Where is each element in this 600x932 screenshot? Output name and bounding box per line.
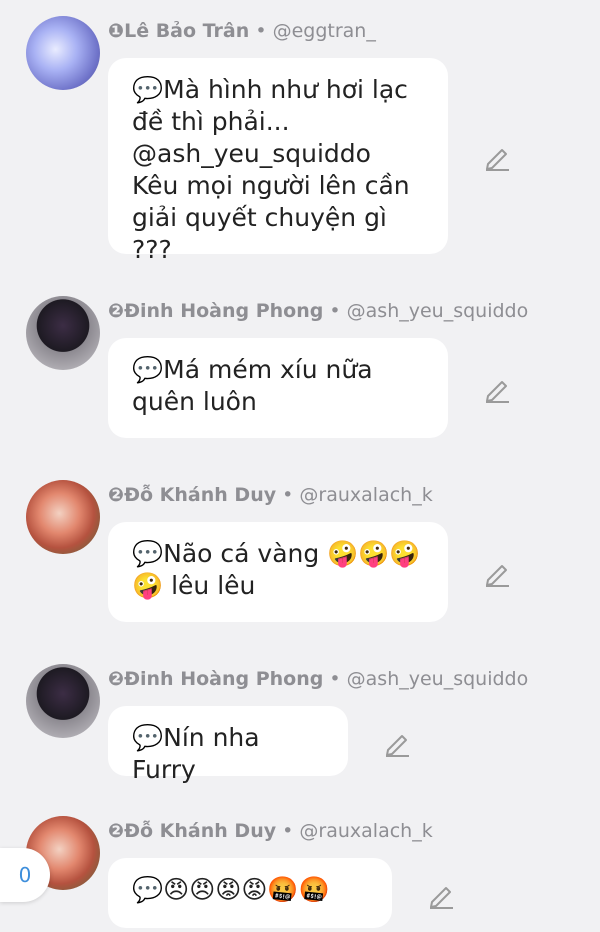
comment-text: 💬😠😠😡😡🤬🤬 [132,875,330,904]
comment-text: 💬Má mém xíu nữa quên luôn [132,355,373,416]
comment-feed: ❶Lê Bảo Trân • @eggtran_ 💬Mà hình như hơ… [0,0,600,932]
separator: • [282,820,294,842]
author-handle[interactable]: @ash_yeu_squiddo [347,300,529,322]
comment-text: 💬Nín nha Furry [132,723,260,784]
avatar[interactable] [26,664,100,738]
comment-text: 💬Não cá vàng 🤪🤪🤪🤪 lêu lêu [132,539,421,600]
edit-icon[interactable] [382,728,412,758]
edit-icon[interactable] [426,880,456,910]
avatar[interactable] [26,480,100,554]
author-name[interactable]: Đỗ Khánh Duy [124,484,276,506]
comment-header: ❶Lê Bảo Trân • @eggtran_ [108,17,376,45]
separator: • [329,668,341,690]
separator: • [282,484,294,506]
author-handle[interactable]: @rauxalach_k [299,484,432,506]
comment-bubble: 💬😠😠😡😡🤬🤬 [108,858,392,928]
avatar[interactable] [26,296,100,370]
rank-badge: ❷ [108,300,125,322]
author-name[interactable]: Đinh Hoàng Phong [124,668,323,690]
author-name[interactable]: Lê Bảo Trân [124,20,249,42]
rank-badge: ❷ [108,668,125,690]
rank-badge: ❶ [108,20,125,42]
comment-header: ❷Đinh Hoàng Phong • @ash_yeu_squiddo [108,665,528,693]
avatar[interactable] [26,16,100,90]
comment-bubble: 💬Nín nha Furry [108,706,348,784]
count-label: 0 [18,863,32,887]
separator: • [329,300,341,322]
edit-icon[interactable] [482,142,512,172]
comment-header: ❷Đỗ Khánh Duy • @rauxalach_k [108,817,433,845]
comment-text: 💬Mà hình như hơi lạc đề thì phải... @ash… [132,75,410,264]
author-handle[interactable]: @ash_yeu_squiddo [347,668,529,690]
author-handle[interactable]: @rauxalach_k [299,820,432,842]
rank-badge: ❷ [108,820,125,842]
comment-bubble: 💬Mà hình như hơi lạc đề thì phải... @ash… [108,58,448,264]
author-handle[interactable]: @eggtran_ [273,20,376,42]
author-name[interactable]: Đỗ Khánh Duy [124,820,276,842]
comment-bubble: 💬Má mém xíu nữa quên luôn [108,338,448,438]
rank-badge: ❷ [108,484,125,506]
edit-icon[interactable] [482,374,512,404]
comment-header: ❷Đỗ Khánh Duy • @rauxalach_k [108,481,433,509]
comment-header: ❷Đinh Hoàng Phong • @ash_yeu_squiddo [108,297,528,325]
separator: • [255,20,267,42]
edit-icon[interactable] [482,558,512,588]
author-name[interactable]: Đinh Hoàng Phong [124,300,323,322]
comment-bubble: 💬Não cá vàng 🤪🤪🤪🤪 lêu lêu [108,522,448,622]
